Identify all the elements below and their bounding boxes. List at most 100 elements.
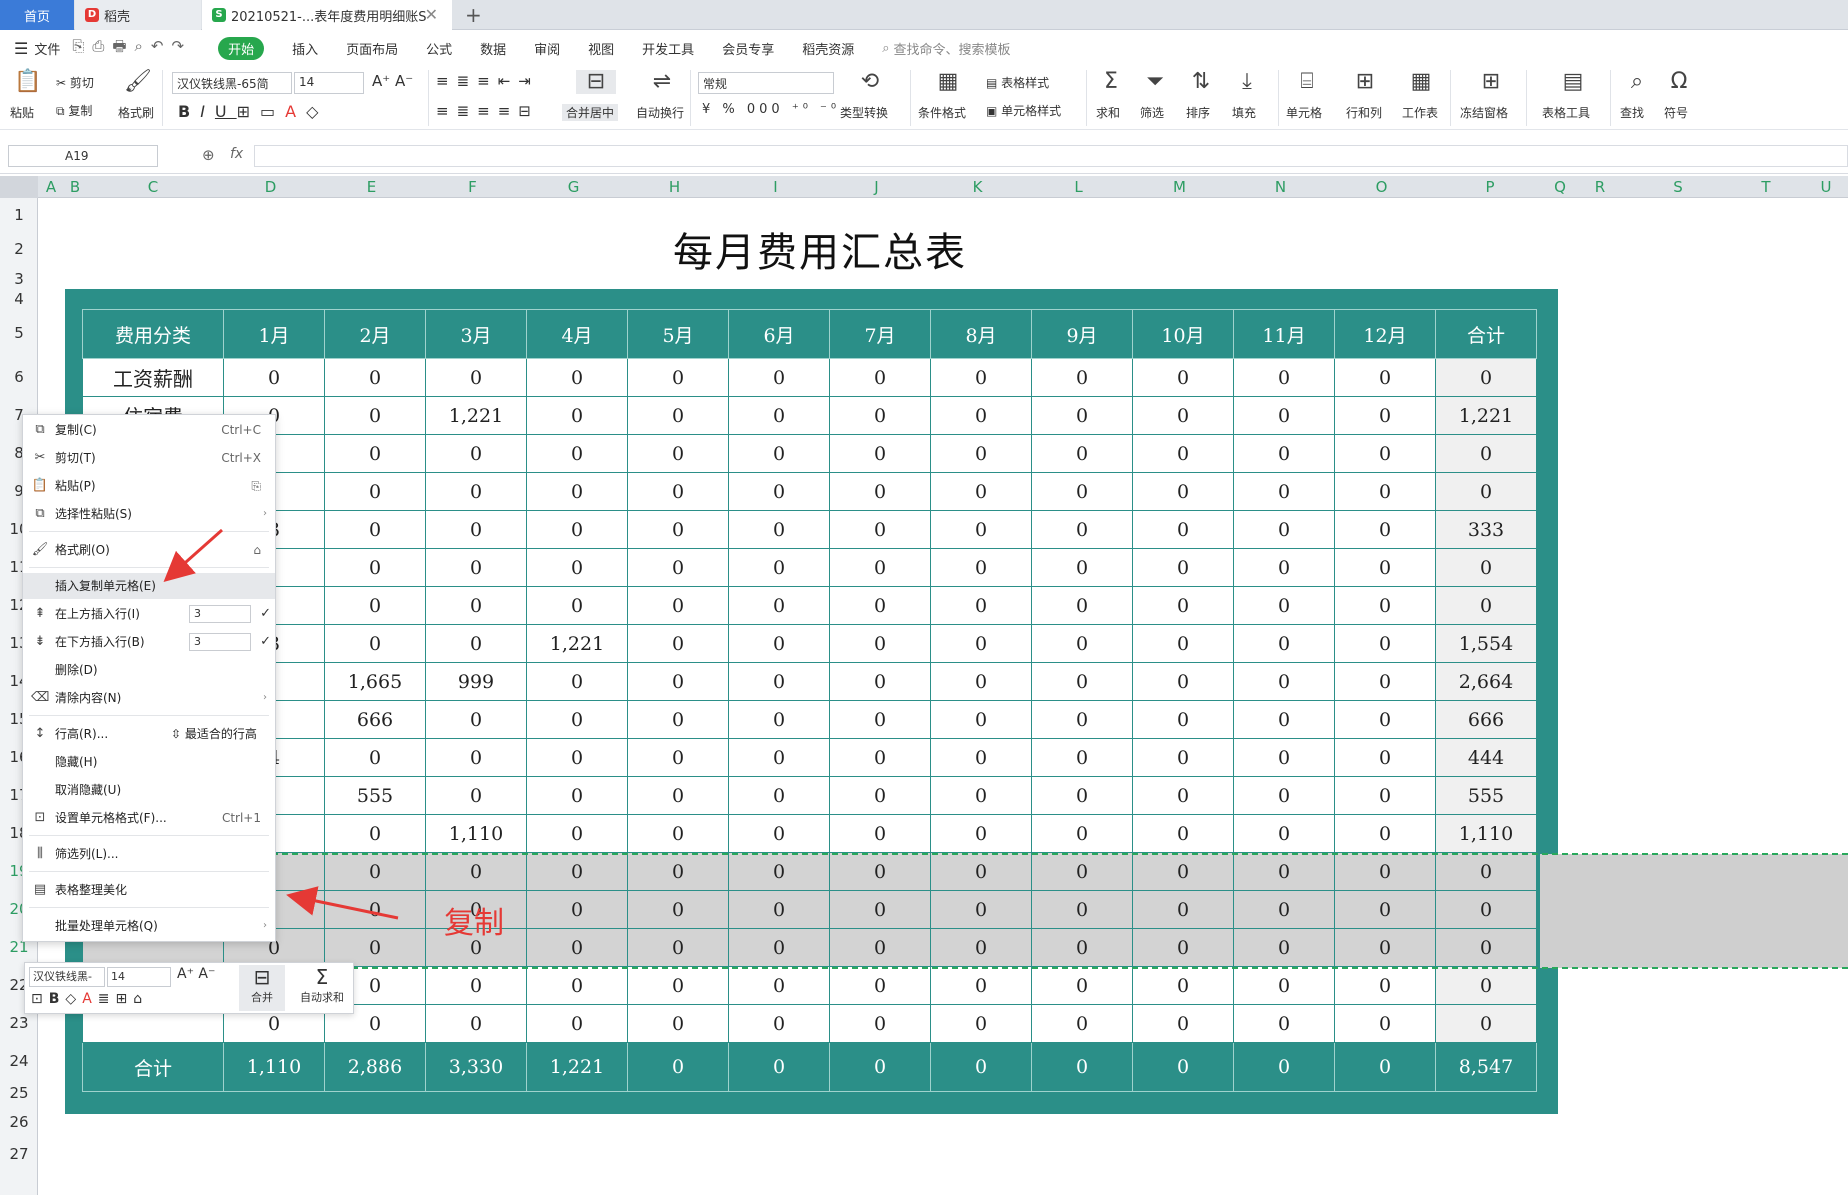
month-value-cell[interactable]: 0 (728, 358, 830, 397)
month-value-cell[interactable]: 0 (1031, 1004, 1133, 1043)
month-value-cell[interactable]: 0 (1233, 472, 1335, 511)
footer-total-cell[interactable]: 3,330 (425, 1042, 527, 1092)
menu-start[interactable]: 开始 (218, 36, 265, 60)
month-value-cell[interactable]: 0 (1233, 510, 1335, 549)
ctx-cut[interactable]: ✂ 剪切(T) Ctrl+X (23, 445, 275, 471)
month-value-cell[interactable]: 0 (1233, 890, 1335, 929)
month-value-cell[interactable]: 0 (1334, 396, 1436, 435)
header-month[interactable]: 2月 (324, 309, 426, 359)
month-value-cell[interactable]: 0 (930, 738, 1032, 777)
month-value-cell[interactable]: 0 (324, 738, 426, 777)
col-header-o[interactable]: O (1331, 176, 1432, 198)
month-value-cell[interactable]: 0 (1233, 928, 1335, 967)
month-value-cell[interactable]: 0 (728, 510, 830, 549)
month-value-cell[interactable]: 0 (627, 852, 729, 891)
month-value-cell[interactable]: 0 (829, 472, 931, 511)
paste-icon[interactable]: 📋 (14, 70, 41, 94)
month-value-cell[interactable]: 0 (728, 472, 830, 511)
month-value-cell[interactable]: 0 (1132, 966, 1234, 1005)
footer-label[interactable]: 合计 (82, 1042, 224, 1092)
month-value-cell[interactable]: 0 (627, 472, 729, 511)
month-value-cell[interactable]: 1,665 (324, 662, 426, 701)
row-total-cell[interactable]: 0 (1435, 928, 1537, 967)
row-header[interactable]: 26 (0, 1106, 38, 1138)
month-value-cell[interactable]: 0 (829, 738, 931, 777)
month-value-cell[interactable]: 0 (526, 396, 628, 435)
ctx-insert-above[interactable]: ⇞ 在上方插入行(I) 3 ✓ (23, 601, 275, 627)
month-value-cell[interactable]: 0 (1334, 700, 1436, 739)
month-value-cell[interactable]: 0 (930, 434, 1032, 473)
footer-total-cell[interactable]: 1,110 (223, 1042, 325, 1092)
month-value-cell[interactable]: 0 (526, 1004, 628, 1043)
month-value-cell[interactable]: 0 (1334, 1004, 1436, 1043)
row-total-cell[interactable]: 1,110 (1435, 814, 1537, 853)
month-value-cell[interactable]: 0 (1031, 396, 1133, 435)
month-value-cell[interactable]: 0 (1132, 472, 1234, 511)
tab-document[interactable]: S 20210521-...表年度费用明细账S ✕ (202, 0, 452, 30)
month-value-cell[interactable]: 0 (627, 928, 729, 967)
ctx-row-height[interactable]: ↕ 行高(R)... ⇳ 最适合的行高 (23, 721, 275, 747)
month-value-cell[interactable]: 0 (1132, 700, 1234, 739)
col-header-g[interactable]: G (523, 176, 624, 198)
row-header[interactable]: 4 (0, 289, 38, 309)
cell-button[interactable]: 单元格 (1286, 104, 1322, 121)
month-value-cell[interactable]: 0 (1233, 738, 1335, 777)
month-value-cell[interactable]: 0 (526, 472, 628, 511)
header-month[interactable]: 6月 (728, 309, 830, 359)
month-value-cell[interactable]: 666 (324, 700, 426, 739)
month-value-cell[interactable]: 0 (728, 776, 830, 815)
month-value-cell[interactable]: 0 (1334, 738, 1436, 777)
month-value-cell[interactable]: 0 (728, 662, 830, 701)
month-value-cell[interactable]: 0 (324, 548, 426, 587)
header-month[interactable]: 11月 (1233, 309, 1335, 359)
month-value-cell[interactable]: 0 (425, 624, 527, 663)
name-box[interactable]: A19 (8, 145, 158, 167)
mini-autosum-button[interactable]: Σ 自动求和 (291, 965, 353, 1011)
ctx-paste[interactable]: 📋 粘贴(P) ⎘ (23, 473, 275, 499)
footer-total-cell[interactable]: 0 (627, 1042, 729, 1092)
month-value-cell[interactable]: 0 (627, 434, 729, 473)
month-value-cell[interactable]: 0 (1031, 852, 1133, 891)
header-month[interactable]: 9月 (1031, 309, 1133, 359)
cut-button[interactable]: ✂ 剪切 (56, 74, 94, 91)
menu-member[interactable]: 会员专享 (722, 39, 774, 58)
month-value-cell[interactable]: 0 (1233, 966, 1335, 1005)
row-header[interactable]: 25 (0, 1080, 38, 1106)
month-value-cell[interactable]: 0 (425, 738, 527, 777)
month-value-cell[interactable]: 0 (627, 624, 729, 663)
ctx-paste-special[interactable]: ⧉ 选择性粘贴(S) › (23, 501, 275, 527)
month-value-cell[interactable]: 0 (425, 472, 527, 511)
month-value-cell[interactable]: 0 (930, 966, 1032, 1005)
month-value-cell[interactable]: 0 (1031, 700, 1133, 739)
align-top-buttons[interactable]: ≡≣≡⇤⇥ (436, 72, 539, 90)
month-value-cell[interactable]: 0 (627, 548, 729, 587)
symbol-button[interactable]: 符号 (1664, 104, 1688, 121)
ctx-format-cells[interactable]: ⊡ 设置单元格格式(F)... Ctrl+1 (23, 805, 275, 831)
month-value-cell[interactable]: 0 (930, 776, 1032, 815)
row-total-cell[interactable]: 0 (1435, 966, 1537, 1005)
font-size-select[interactable]: 14 (294, 72, 364, 94)
month-value-cell[interactable]: 0 (1334, 852, 1436, 891)
month-value-cell[interactable]: 0 (324, 586, 426, 625)
footer-total-cell[interactable]: 0 (728, 1042, 830, 1092)
month-value-cell[interactable]: 0 (930, 396, 1032, 435)
month-value-cell[interactable]: 0 (829, 776, 931, 815)
month-value-cell[interactable]: 0 (627, 814, 729, 853)
month-value-cell[interactable]: 0 (627, 890, 729, 929)
month-value-cell[interactable]: 0 (1233, 700, 1335, 739)
row-header[interactable]: 2 (0, 228, 38, 270)
footer-total-cell[interactable]: 0 (1334, 1042, 1436, 1092)
row-total-cell[interactable]: 1,221 (1435, 396, 1537, 435)
month-value-cell[interactable]: 0 (425, 510, 527, 549)
month-value-cell[interactable]: 0 (324, 434, 426, 473)
sum-button[interactable]: 求和 (1096, 104, 1120, 121)
month-value-cell[interactable]: 0 (1031, 548, 1133, 587)
insert-below-count-input[interactable]: 3 (189, 633, 251, 651)
month-value-cell[interactable]: 0 (526, 852, 628, 891)
row-total-cell[interactable]: 2,664 (1435, 662, 1537, 701)
worksheet-button[interactable]: 工作表 (1402, 104, 1438, 121)
month-value-cell[interactable]: 555 (324, 776, 426, 815)
col-header-e[interactable]: E (321, 176, 422, 198)
row-total-cell[interactable]: 555 (1435, 776, 1537, 815)
footer-total-cell[interactable]: 2,886 (324, 1042, 426, 1092)
